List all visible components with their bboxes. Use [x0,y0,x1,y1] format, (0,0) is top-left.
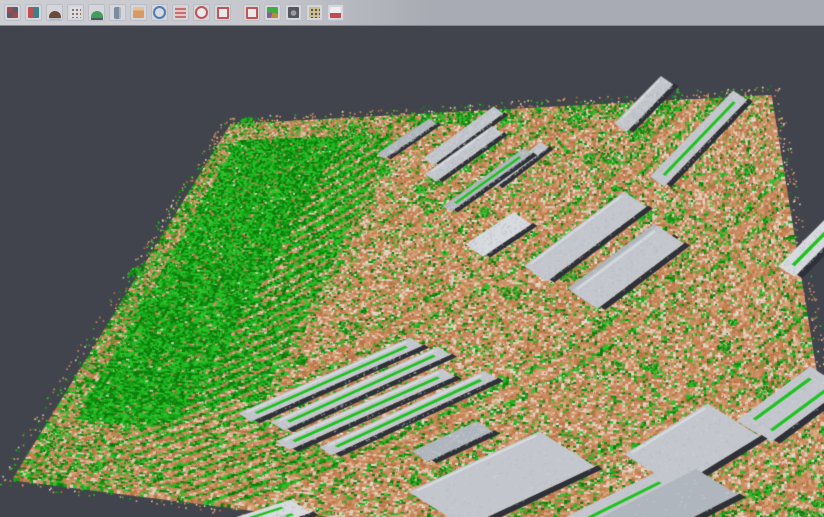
flag-tool-icon [330,7,341,18]
markers-button[interactable] [306,4,323,21]
align-photos-icon [28,7,39,18]
open-project-button[interactable] [4,4,21,21]
resize-region-icon [217,7,229,19]
orthomosaic-icon [133,7,144,18]
build-mesh-icon [91,11,103,18]
globe-reference-icon [153,6,166,19]
align-photos-button[interactable] [25,4,42,21]
resize-region-button[interactable] [214,4,231,21]
classify-points-button[interactable] [264,4,281,21]
reset-region-icon [246,7,258,19]
point-cloud-canvas[interactable] [0,26,824,517]
tiled-model-button[interactable] [109,4,126,21]
camera-view-icon [288,7,299,18]
dense-cloud-icon [70,7,81,18]
build-dem-icon [49,11,61,18]
model-viewport [0,26,824,517]
flag-tool-button[interactable] [327,4,344,21]
markers-icon [309,7,320,18]
orthomosaic-button[interactable] [130,4,147,21]
main-toolbar [0,0,824,26]
globe-reference-button[interactable] [151,4,168,21]
app-window [0,0,824,517]
classify-points-icon [267,7,278,18]
classify-ground-icon [175,7,186,18]
build-dem-button[interactable] [46,4,63,21]
build-mesh-button[interactable] [88,4,105,21]
classify-ground-button[interactable] [172,4,189,21]
region-sphere-button[interactable] [193,4,210,21]
camera-view-button[interactable] [285,4,302,21]
dense-cloud-button[interactable] [67,4,84,21]
region-sphere-icon [195,6,208,19]
reset-region-button[interactable] [243,4,260,21]
open-project-icon [7,7,18,18]
tiled-model-icon [114,7,121,19]
